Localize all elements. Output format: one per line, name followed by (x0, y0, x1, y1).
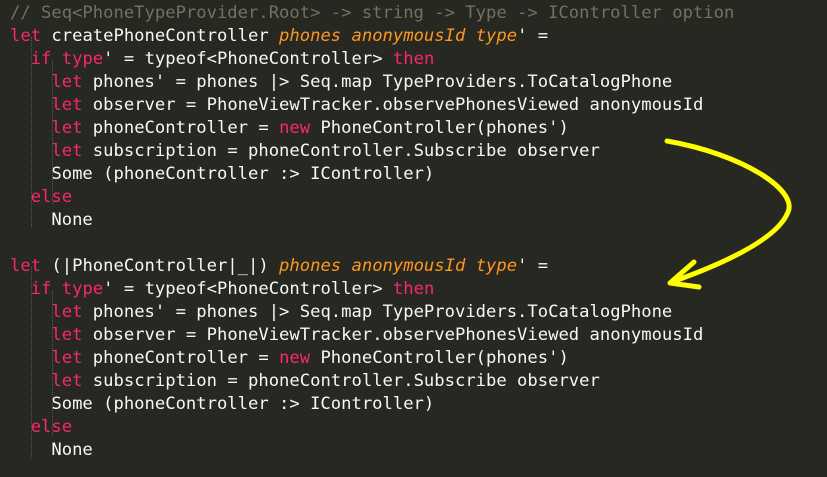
code-token: phones' = phones |> Seq.map TypeProvider… (82, 72, 673, 92)
code-token: None (10, 440, 93, 460)
code-token: then (392, 49, 435, 69)
code-line: let (|PhoneController|_|) phones anonymo… (10, 255, 548, 278)
code-token: if (30, 279, 52, 299)
code-token: then (392, 279, 435, 299)
code-token: let (51, 371, 83, 391)
code-line: else (10, 186, 72, 209)
code-line: else (10, 416, 72, 439)
indent-guide (31, 267, 32, 458)
code-token: observer = PhoneViewTracker.observePhone… (82, 325, 704, 345)
code-token: let (51, 95, 83, 115)
code-line: if type' = typeof<PhoneController> then (10, 278, 435, 301)
code-token: phoneController = (82, 118, 280, 138)
indent-guide (31, 37, 32, 227)
code-line: let phones' = phones |> Seq.map TypeProv… (10, 301, 672, 324)
code-token: phones (279, 256, 342, 276)
code-line: let createPhoneController phones anonymo… (10, 25, 548, 48)
code-token: ' = typeof<PhoneController> (103, 49, 393, 69)
arrow-shaft (664, 138, 792, 285)
code-token: PhoneController(phones') (310, 118, 569, 138)
code-token: anonymousId (351, 256, 466, 276)
code-token: new (279, 348, 311, 368)
code-token: PhoneController(phones') (310, 348, 569, 368)
code-line: let subscription = phoneController.Subsc… (10, 140, 600, 163)
code-line: let observer = PhoneViewTracker.observeP… (10, 94, 703, 117)
code-token: let (10, 26, 42, 46)
code-token: let (51, 325, 83, 345)
code-token: new (279, 118, 311, 138)
code-token: createPhoneController (41, 26, 280, 46)
code-token: ' = (517, 256, 549, 276)
code-token: ' = (517, 26, 549, 46)
code-token: let (51, 72, 83, 92)
code-token: Some (phoneController :> IController) (10, 164, 435, 184)
code-editor[interactable]: // Seq<PhoneTypeProvider.Root> -> string… (0, 0, 827, 477)
code-token: type (475, 26, 518, 46)
code-token: None (10, 210, 93, 230)
code-line: None (10, 209, 93, 232)
code-token: // Seq<PhoneTypeProvider.Root> -> string… (10, 3, 735, 23)
code-token: type (61, 49, 104, 69)
code-token: phoneController = (82, 348, 280, 368)
code-token: subscription = phoneController.Subscribe… (82, 371, 600, 391)
code-token: if (30, 49, 52, 69)
code-token: let (51, 118, 83, 138)
code-token: phones' = phones |> Seq.map TypeProvider… (82, 302, 673, 322)
code-line: let phoneController = new PhoneControlle… (10, 117, 569, 140)
code-token: phones (279, 26, 342, 46)
indent-guide (52, 291, 53, 435)
code-token: observer = PhoneViewTracker.observePhone… (82, 95, 704, 115)
code-line: None (10, 439, 93, 462)
code-line: let observer = PhoneViewTracker.observeP… (10, 324, 703, 347)
code-line: let phones' = phones |> Seq.map TypeProv… (10, 71, 672, 94)
code-token: let (10, 256, 42, 276)
code-token: type (61, 279, 104, 299)
code-line: Some (phoneController :> IController) (10, 393, 434, 416)
indent-guide (52, 61, 53, 204)
code-token: (|PhoneController|_|) (41, 256, 280, 276)
code-token: let (51, 302, 83, 322)
code-token: let (51, 141, 83, 161)
code-line: Some (phoneController :> IController) (10, 163, 434, 186)
code-line: let phoneController = new PhoneControlle… (10, 347, 569, 370)
code-token: let (51, 348, 83, 368)
code-token: ' = typeof<PhoneController> (103, 279, 393, 299)
code-token: subscription = phoneController.Subscribe… (82, 141, 600, 161)
code-token: Some (phoneController :> IController) (10, 394, 435, 414)
code-token: type (475, 256, 518, 276)
code-line: if type' = typeof<PhoneController> then (10, 48, 435, 71)
arrow-head (667, 259, 702, 290)
code-line: // Seq<PhoneTypeProvider.Root> -> string… (10, 2, 734, 25)
code-line: let subscription = phoneController.Subsc… (10, 370, 600, 393)
code-token: anonymousId (351, 26, 466, 46)
